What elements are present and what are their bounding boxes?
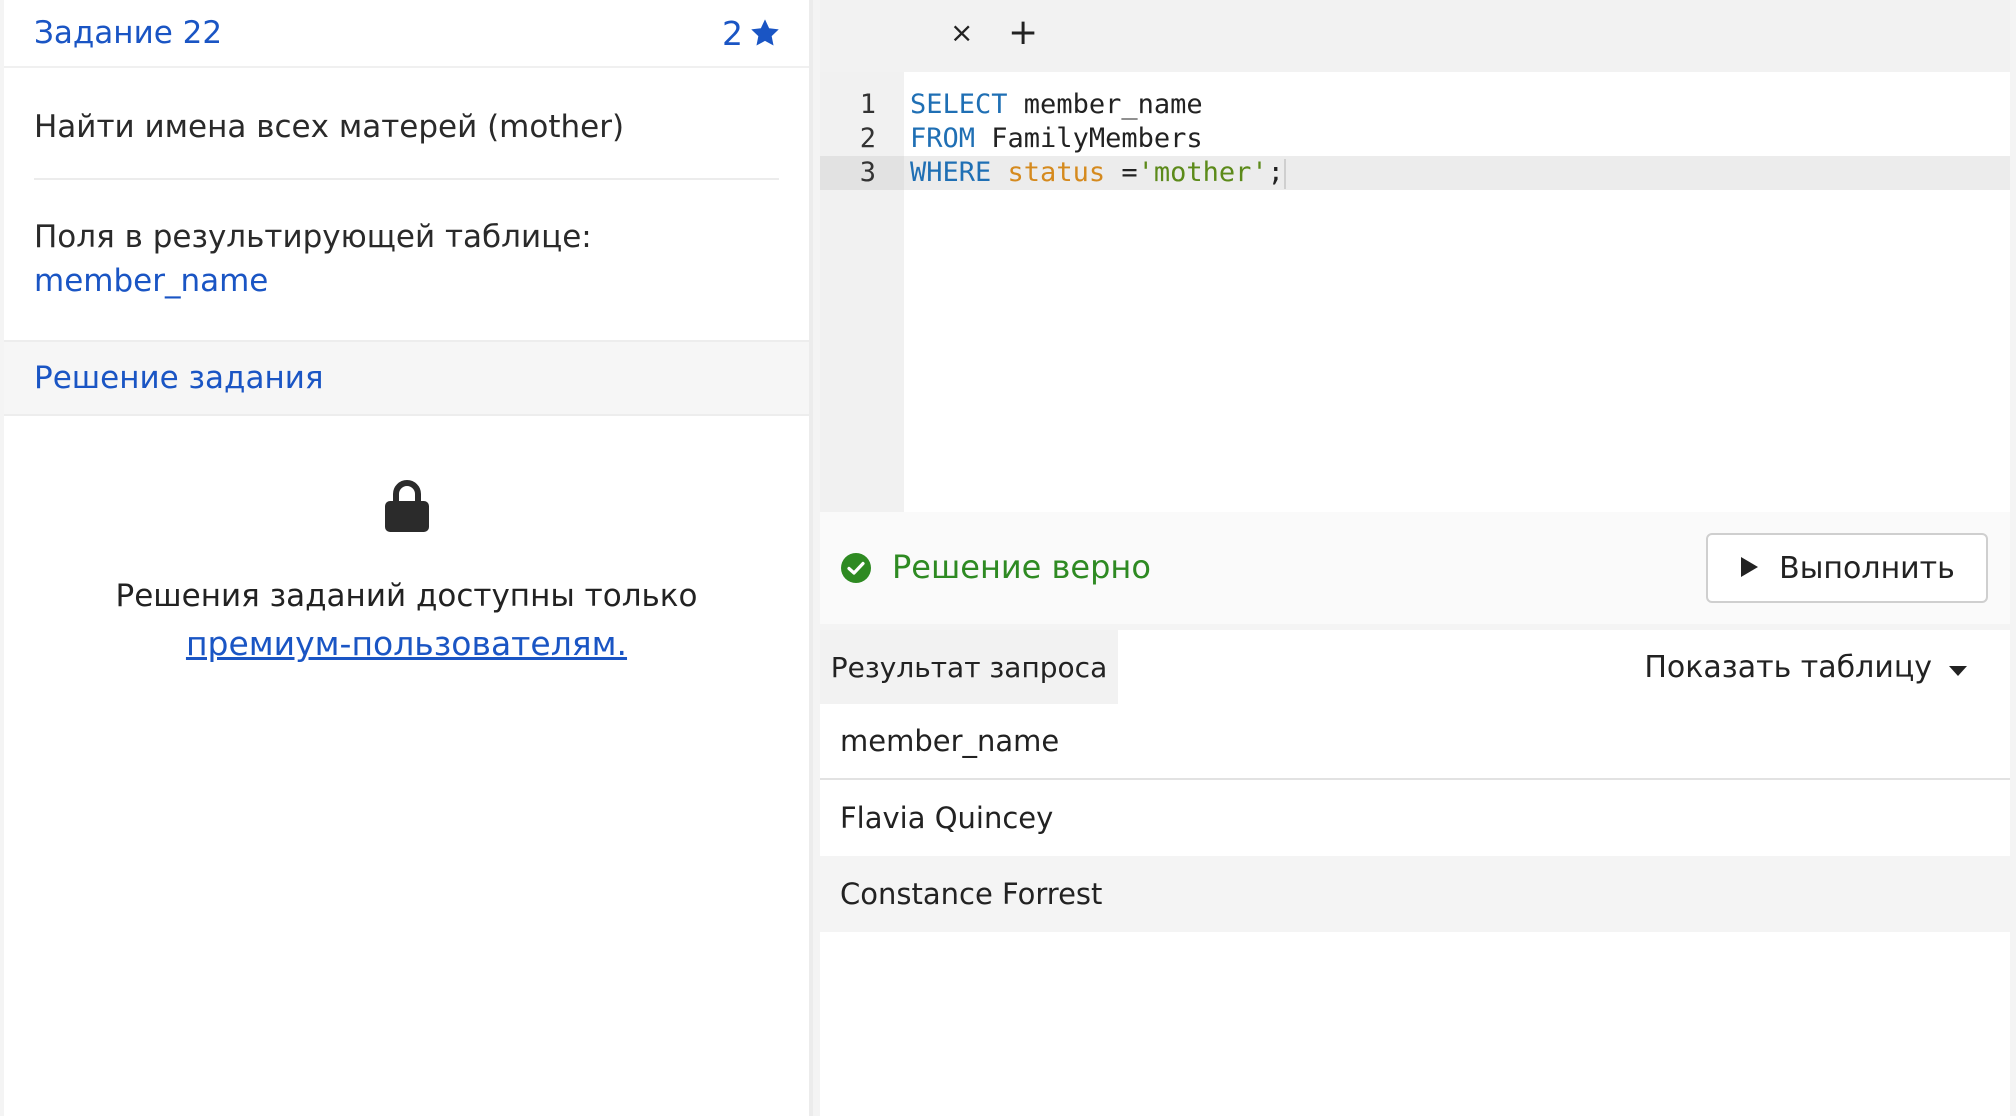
line-number: 3 bbox=[820, 156, 904, 190]
show-table-dropdown[interactable]: Показать таблицу bbox=[1644, 650, 1968, 685]
code-text[interactable]: SELECT member_name bbox=[910, 88, 1203, 122]
column-header: member_name bbox=[840, 724, 1060, 758]
lock-container bbox=[4, 478, 809, 536]
show-table-label: Показать таблицу bbox=[1644, 650, 1932, 685]
solution-bar[interactable]: Решение задания bbox=[4, 340, 809, 416]
table-header: member_name bbox=[820, 704, 2010, 780]
code-rest: FamilyMembers bbox=[975, 123, 1203, 154]
editor-panel: × + 1 SELECT member_name 2 FROM FamilyMe… bbox=[820, 0, 2010, 1116]
table-row: Flavia Quincey bbox=[820, 780, 2010, 856]
editor-tab[interactable]: × bbox=[820, 0, 990, 72]
task-header: Задание 22 2 bbox=[4, 0, 809, 68]
table-cell: Constance Forrest bbox=[840, 877, 1103, 911]
table-row: Constance Forrest bbox=[820, 856, 2010, 932]
fields-label: Поля в результирующей таблице: bbox=[34, 219, 592, 255]
code-rest: member_name bbox=[1007, 89, 1203, 120]
string-literal: 'mother' bbox=[1137, 157, 1268, 188]
keyword: SELECT bbox=[910, 89, 1008, 120]
task-title: Задание 22 bbox=[34, 15, 223, 51]
rating-value: 2 bbox=[722, 13, 743, 53]
add-tab-icon[interactable]: + bbox=[1008, 12, 1038, 53]
scroll-edge bbox=[2010, 0, 2016, 1116]
code-line-active[interactable]: 3 WHERE status ='mother'; bbox=[820, 156, 2010, 190]
play-icon bbox=[1739, 551, 1759, 586]
status-bar: Решение верно Выполнить bbox=[820, 512, 2010, 624]
identifier: status bbox=[1007, 157, 1106, 188]
lock-icon bbox=[383, 480, 431, 536]
results-table: member_name Flavia Quincey Constance For… bbox=[820, 704, 2010, 1116]
task-description: Найти имена всех матерей (mother) Поля в… bbox=[4, 109, 809, 303]
operator: = bbox=[1105, 157, 1138, 188]
caret-down-icon bbox=[1948, 650, 1968, 685]
star-icon bbox=[749, 17, 781, 49]
sql-editor[interactable]: 1 SELECT member_name 2 FROM FamilyMember… bbox=[820, 72, 2010, 512]
solution-link[interactable]: Решение задания bbox=[34, 360, 324, 396]
task-panel: Задание 22 2 Найти имена всех матерей (m… bbox=[4, 0, 813, 1116]
line-number: 1 bbox=[859, 89, 876, 120]
fields-value: member_name bbox=[34, 263, 269, 299]
line-number: 2 bbox=[859, 123, 876, 154]
code-line[interactable]: 1 SELECT member_name bbox=[820, 88, 2010, 122]
run-button[interactable]: Выполнить bbox=[1706, 533, 1988, 603]
keyword: WHERE bbox=[910, 157, 992, 188]
code-text[interactable]: FROM FamilyMembers bbox=[910, 122, 1203, 156]
close-icon[interactable]: × bbox=[950, 16, 973, 49]
premium-message: Решения заданий доступны только премиум-… bbox=[4, 572, 809, 669]
status-message: Решение верно bbox=[892, 548, 1151, 586]
code-text[interactable]: WHERE status ='mother'; bbox=[910, 156, 1286, 190]
semicolon: ; bbox=[1267, 157, 1284, 188]
task-text: Найти имена всех матерей (mother) bbox=[34, 109, 779, 180]
editor-tabs: × + bbox=[820, 0, 2010, 72]
keyword: FROM bbox=[910, 123, 976, 154]
result-header: Результат запроса Показать таблицу bbox=[820, 630, 2010, 704]
tab-query-result[interactable]: Результат запроса bbox=[820, 630, 1118, 704]
code-line[interactable]: 2 FROM FamilyMembers bbox=[820, 122, 2010, 156]
text-cursor bbox=[1283, 158, 1286, 189]
premium-text: Решения заданий доступны только bbox=[115, 578, 698, 614]
table-cell: Flavia Quincey bbox=[840, 801, 1054, 835]
task-rating: 2 bbox=[722, 14, 781, 53]
run-label: Выполнить bbox=[1779, 550, 1955, 586]
premium-link[interactable]: премиум-пользователям. bbox=[186, 624, 627, 663]
